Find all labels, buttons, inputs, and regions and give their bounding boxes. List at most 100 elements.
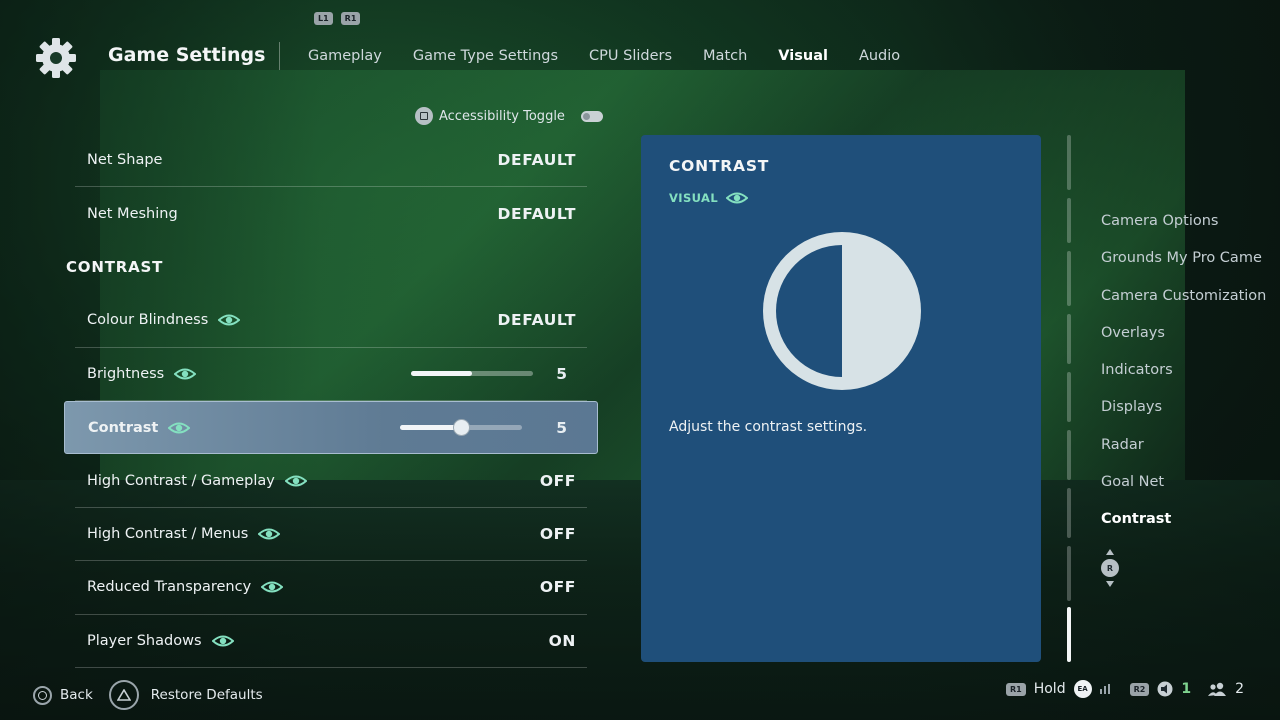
section-title-contrast: CONTRAST	[66, 258, 164, 277]
setting-label-wrap: High Contrast / Gameplay	[87, 473, 307, 489]
nav-item-radar[interactable]: Radar	[1101, 436, 1266, 473]
eye-icon	[258, 528, 281, 540]
tab-visual[interactable]: Visual	[778, 48, 828, 64]
nav-item-displays[interactable]: Displays	[1101, 398, 1266, 435]
tab-audio[interactable]: Audio	[859, 48, 900, 64]
brightness-slider-fill	[411, 371, 472, 377]
accessibility-toggle[interactable]: Accessibility Toggle	[415, 107, 603, 125]
restore-defaults-button[interactable]: Restore Defaults	[151, 687, 263, 703]
info-panel-tag-label: VISUAL	[669, 191, 719, 205]
contrast-slider-thumb[interactable]	[453, 419, 470, 437]
rail-segment	[1067, 251, 1071, 306]
eye-icon	[211, 635, 234, 647]
nav-item-camera-options[interactable]: Camera Options	[1101, 212, 1266, 249]
back-button[interactable]: Back	[60, 687, 93, 703]
eye-icon	[726, 192, 749, 204]
setting-value: OFF	[539, 524, 576, 543]
settings-list: Net Shape DEFAULT Net Meshing DEFAULT CO…	[64, 134, 598, 668]
setting-label-wrap: Colour Blindness	[87, 312, 241, 328]
nav-item-grounds-my-pro-camera[interactable]: Grounds My Pro Came	[1101, 249, 1266, 286]
ea-logo-icon: EA	[1073, 680, 1092, 698]
tab-match[interactable]: Match	[703, 48, 747, 64]
setting-value: 5	[556, 364, 567, 383]
nav-item-overlays[interactable]: Overlays	[1101, 324, 1266, 361]
triangle-button-icon	[108, 680, 139, 710]
players-count: 2	[1235, 681, 1244, 697]
settings-tabs: Gameplay Game Type Settings CPU Sliders …	[308, 48, 900, 64]
setting-contrast[interactable]: Contrast 5	[64, 400, 598, 455]
setting-value: DEFAULT	[497, 205, 576, 224]
triangle-icon	[116, 689, 131, 701]
accessibility-toggle-label: Accessibility Toggle	[439, 108, 565, 124]
page-title: Game Settings	[108, 44, 266, 66]
rail-segment	[1067, 488, 1071, 538]
setting-value: DEFAULT	[497, 311, 576, 330]
rail-segment	[1067, 135, 1071, 190]
l1-button-hint: L1	[314, 12, 333, 25]
setting-label-wrap: Contrast	[88, 419, 191, 436]
rail-segment	[1067, 546, 1071, 601]
rail-segment	[1067, 198, 1071, 243]
gear-icon	[36, 38, 76, 78]
square-button-icon	[415, 107, 433, 125]
accessibility-toggle-switch[interactable]	[580, 110, 603, 122]
nav-item-contrast[interactable]: Contrast	[1101, 510, 1266, 547]
nav-item-camera-customization[interactable]: Camera Customization	[1101, 287, 1266, 324]
setting-label-wrap: Player Shadows	[87, 633, 234, 649]
eye-icon	[284, 475, 307, 487]
r1-button-hint: R1	[1005, 682, 1026, 696]
right-stick-scroll-hint: R	[1099, 549, 1121, 591]
contrast-slider-fill	[400, 425, 461, 431]
tab-cpu-sliders[interactable]: CPU Sliders	[589, 48, 672, 64]
nav-item-goal-net[interactable]: Goal Net	[1101, 473, 1266, 510]
footer-actions: Back Restore Defaults	[33, 680, 263, 710]
contrast-slider[interactable]	[400, 419, 522, 437]
setting-label: High Contrast / Gameplay	[87, 472, 275, 489]
setting-reduced-transparency[interactable]: Reduced Transparency OFF	[75, 561, 587, 615]
info-panel-description: Adjust the contrast settings.	[669, 419, 868, 435]
setting-value: OFF	[539, 471, 576, 490]
eye-icon	[218, 314, 241, 326]
setting-player-shadows[interactable]: Player Shadows ON	[75, 615, 587, 668]
eye-icon	[174, 368, 197, 380]
setting-net-shape[interactable]: Net Shape DEFAULT	[75, 134, 587, 188]
setting-colour-blindness[interactable]: Colour Blindness DEFAULT	[75, 294, 587, 348]
setting-high-contrast-menus[interactable]: High Contrast / Menus OFF	[75, 508, 587, 562]
setting-net-meshing[interactable]: Net Meshing DEFAULT	[75, 187, 587, 240]
right-stick-icon: R	[1101, 559, 1119, 577]
setting-label-wrap: Brightness	[87, 366, 197, 382]
setting-brightness[interactable]: Brightness 5	[75, 348, 587, 401]
setting-label: Net Shape	[87, 152, 163, 169]
setting-label: Net Meshing	[87, 206, 178, 223]
nav-item-indicators[interactable]: Indicators	[1101, 361, 1266, 398]
contrast-half-circle-icon	[763, 232, 921, 390]
arrow-down-icon	[1106, 581, 1114, 587]
voice-count: 1	[1181, 681, 1192, 697]
setting-label: Contrast	[88, 419, 159, 436]
setting-high-contrast-gameplay[interactable]: High Contrast / Gameplay OFF	[75, 454, 587, 508]
eye-icon	[261, 581, 284, 593]
tab-game-type-settings[interactable]: Game Type Settings	[413, 48, 558, 64]
tab-gameplay[interactable]: Gameplay	[308, 48, 382, 64]
setting-label-wrap: Reduced Transparency	[87, 579, 284, 596]
title-divider	[279, 42, 280, 70]
eye-icon	[168, 422, 191, 434]
setting-label: Reduced Transparency	[87, 579, 252, 596]
circle-button-icon	[33, 685, 52, 705]
signal-bars-icon	[1099, 684, 1110, 694]
r1-button-hint: R1	[340, 12, 361, 25]
info-panel-tag: VISUAL	[669, 191, 749, 205]
setting-label: High Contrast / Menus	[87, 525, 249, 542]
setting-value: DEFAULT	[497, 151, 576, 170]
rail-segment-active	[1067, 607, 1071, 662]
setting-value: ON	[548, 631, 576, 650]
voice-chat-icon	[1157, 681, 1173, 697]
brightness-slider[interactable]	[411, 371, 533, 377]
arrow-up-icon	[1106, 549, 1114, 555]
footer-status: R1 Hold EA R2 1 2	[1005, 680, 1244, 698]
section-scroll-rail[interactable]	[1067, 135, 1072, 662]
r2-button-hint: R2	[1129, 682, 1150, 696]
bumper-hints: L1 R1	[314, 12, 361, 25]
setting-label-wrap: High Contrast / Menus	[87, 525, 281, 542]
info-panel-title: CONTRAST	[669, 157, 770, 175]
